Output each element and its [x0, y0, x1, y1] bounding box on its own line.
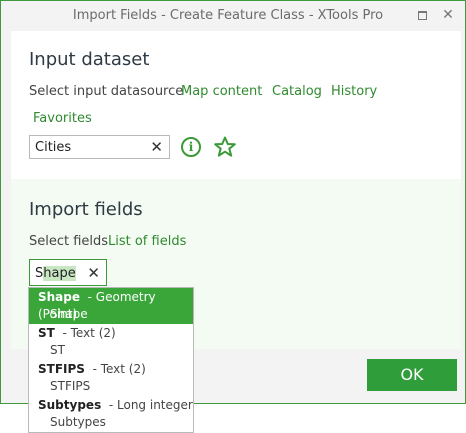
- field-option-st[interactable]: ST - Text (2) ST: [29, 324, 193, 360]
- window-title: Import Fields - Create Feature Class - X…: [72, 8, 384, 23]
- field-name: STFIPS: [38, 362, 85, 376]
- field-type: - Text (2): [92, 362, 146, 376]
- list-of-fields-link[interactable]: List of fields: [108, 234, 186, 249]
- ok-button[interactable]: OK: [367, 359, 457, 391]
- field-option-header: ST - Text (2): [29, 325, 193, 342]
- field-alias: STFIPS: [50, 379, 91, 393]
- field-option-header: STFIPS - Text (2): [29, 361, 193, 378]
- info-icon[interactable]: i: [181, 137, 201, 157]
- field-search-input[interactable]: Shape ✕: [29, 259, 107, 286]
- clear-search-icon[interactable]: ✕: [87, 264, 100, 282]
- search-text-highlight: hape: [43, 266, 76, 281]
- field-option-header: Subtypes - Long integer: [29, 397, 193, 414]
- clear-datasource-icon[interactable]: ✕: [150, 138, 163, 156]
- title-bar[interactable]: Import Fields - Create Feature Class - X…: [1, 1, 465, 31]
- catalog-link[interactable]: Catalog: [272, 84, 322, 99]
- field-option-stfips[interactable]: STFIPS - Text (2) STFIPS: [29, 360, 193, 396]
- map-content-link[interactable]: Map content: [181, 84, 262, 99]
- input-dataset-panel: Input dataset Select input datasource Ma…: [11, 31, 461, 179]
- close-button[interactable]: ✕: [440, 7, 456, 23]
- favorites-link[interactable]: Favorites: [33, 111, 92, 126]
- input-dataset-heading: Input dataset: [29, 49, 150, 70]
- field-name: Subtypes: [38, 398, 102, 412]
- datasource-value: Cities: [35, 140, 72, 155]
- maximize-icon: [417, 11, 427, 20]
- maximize-button[interactable]: [414, 7, 430, 23]
- field-alias: ST: [50, 343, 65, 357]
- field-option-subtypes[interactable]: Subtypes - Long integer Subtypes: [29, 396, 193, 432]
- field-suggestions-dropdown: Shape - Geometry (Point) Shape ST - Text…: [28, 287, 194, 433]
- field-type: - Long integer: [108, 398, 193, 412]
- datasource-input[interactable]: Cities ✕: [29, 135, 170, 159]
- field-option-header: Shape - Geometry (Point): [29, 289, 193, 321]
- field-alias: Shape: [50, 307, 88, 321]
- field-alias: Subtypes: [50, 415, 106, 429]
- select-fields-label: Select fields: [29, 234, 109, 249]
- field-option-shape[interactable]: Shape - Geometry (Point) Shape: [29, 288, 193, 324]
- select-datasource-label: Select input datasource: [29, 84, 184, 99]
- history-link[interactable]: History: [331, 84, 377, 99]
- field-name: ST: [38, 326, 55, 340]
- import-fields-heading: Import fields: [29, 199, 143, 220]
- field-name: Shape: [38, 290, 81, 304]
- field-search-value: Shape: [35, 266, 76, 281]
- field-type: - Text (2): [62, 326, 116, 340]
- favorite-star-icon[interactable]: [213, 135, 237, 159]
